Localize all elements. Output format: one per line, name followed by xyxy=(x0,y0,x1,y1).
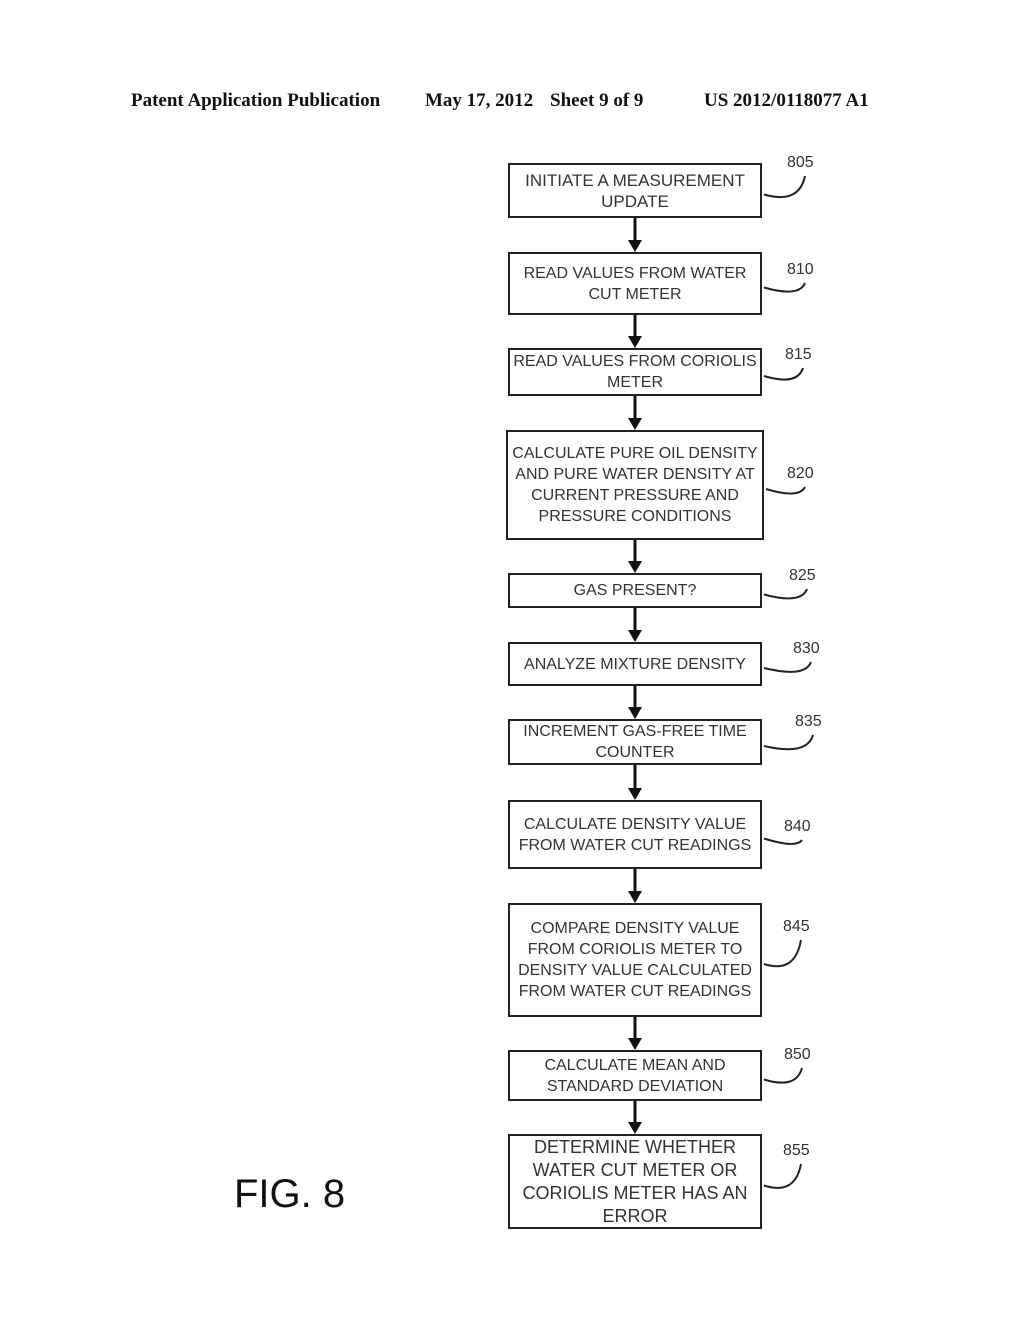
step-box-805: INITIATE A MEASUREMENT UPDATE xyxy=(508,163,762,218)
arrow-head-icon xyxy=(628,630,642,642)
ref-numeral-805: 805 xyxy=(787,154,814,171)
leader-line xyxy=(763,939,802,968)
leader-line xyxy=(765,486,806,495)
ref-numeral-810: 810 xyxy=(787,261,814,278)
step-text: DETERMINE WHETHER WATER CUT METER OR COR… xyxy=(522,1136,748,1226)
leader-line xyxy=(763,175,806,199)
step-text: COMPARE DENSITY VALUE FROM CORIOLIS METE… xyxy=(518,920,752,1000)
ref-numeral-830: 830 xyxy=(793,640,820,657)
step-box-850: CALCULATE MEAN AND STANDARD DEVIATION xyxy=(508,1050,762,1101)
leader-line xyxy=(763,661,812,673)
ref-numeral-850: 850 xyxy=(784,1046,811,1063)
step-text: ANALYZE MIXTURE DENSITY xyxy=(524,655,746,673)
step-text: READ VALUES FROM WATER CUT METER xyxy=(523,264,747,303)
arrow-head-icon xyxy=(628,418,642,430)
step-text: CALCULATE MEAN AND STANDARD DEVIATION xyxy=(544,1056,726,1095)
step-box-825: GAS PRESENT? xyxy=(508,573,762,608)
arrow-head-icon xyxy=(628,891,642,903)
leader-line xyxy=(763,367,804,381)
ref-numeral-835: 835 xyxy=(795,713,822,730)
ref-numeral-840: 840 xyxy=(784,818,811,835)
ref-numeral-820: 820 xyxy=(787,465,814,482)
step-text: READ VALUES FROM CORIOLIS METER xyxy=(513,353,757,391)
ref-numeral-815: 815 xyxy=(785,346,812,363)
arrow-head-icon xyxy=(628,707,642,719)
step-box-840: CALCULATE DENSITY VALUE FROM WATER CUT R… xyxy=(508,800,762,869)
leader-line xyxy=(763,1163,802,1189)
leader-line xyxy=(763,588,808,600)
step-box-810: READ VALUES FROM WATER CUT METER xyxy=(508,252,762,315)
leader-line xyxy=(763,1067,803,1084)
step-text: GAS PRESENT? xyxy=(573,582,697,599)
step-text: INITIATE A MEASUREMENT UPDATE xyxy=(525,170,745,211)
step-box-820: CALCULATE PURE OIL DENSITY AND PURE WATE… xyxy=(506,430,764,540)
arrow-head-icon xyxy=(628,240,642,252)
step-box-830: ANALYZE MIXTURE DENSITY xyxy=(508,642,762,686)
ref-numeral-825: 825 xyxy=(789,567,816,584)
arrow-head-icon xyxy=(628,561,642,573)
arrow-head-icon xyxy=(628,336,642,348)
step-text: CALCULATE PURE OIL DENSITY AND PURE WATE… xyxy=(512,445,758,525)
leader-line xyxy=(763,282,806,293)
leader-line xyxy=(763,734,814,751)
step-box-815: READ VALUES FROM CORIOLIS METER xyxy=(508,348,762,396)
ref-numeral-855: 855 xyxy=(783,1142,810,1159)
step-box-835: INCREMENT GAS-FREE TIME COUNTER xyxy=(508,719,762,765)
leader-line xyxy=(763,837,803,845)
step-box-845: COMPARE DENSITY VALUE FROM CORIOLIS METE… xyxy=(508,903,762,1017)
step-text: CALCULATE DENSITY VALUE FROM WATER CUT R… xyxy=(518,815,752,854)
arrow-head-icon xyxy=(628,1122,642,1134)
ref-numeral-845: 845 xyxy=(783,918,810,935)
arrow-head-icon xyxy=(628,788,642,800)
step-box-855: DETERMINE WHETHER WATER CUT METER OR COR… xyxy=(508,1134,762,1229)
figure-label: FIG. 8 xyxy=(234,1172,346,1216)
arrow-head-icon xyxy=(628,1038,642,1050)
step-text: INCREMENT GAS-FREE TIME COUNTER xyxy=(523,723,747,761)
